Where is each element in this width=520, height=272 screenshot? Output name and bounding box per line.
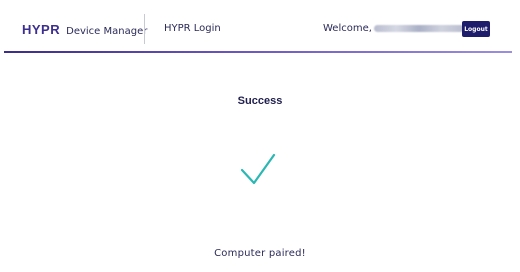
welcome-user: Welcome, bbox=[323, 23, 464, 34]
redacted-email bbox=[373, 25, 464, 32]
checkmark-icon bbox=[240, 153, 276, 185]
welcome-label: Welcome, bbox=[323, 23, 372, 34]
hypr-logo: HYPR bbox=[22, 22, 61, 37]
top-header: HYPR Device Manager HYPR Login Welcome, … bbox=[0, 0, 520, 58]
page: HYPR Device Manager HYPR Login Welcome, … bbox=[0, 0, 520, 272]
header-underline bbox=[4, 51, 512, 53]
hypr-login-link[interactable]: HYPR Login bbox=[164, 23, 221, 34]
app-name: Device Manager bbox=[66, 26, 148, 37]
logout-button[interactable]: Logout bbox=[462, 21, 490, 37]
page-title: Success bbox=[237, 95, 283, 107]
header-divider bbox=[144, 14, 145, 44]
brand[interactable]: HYPR Device Manager bbox=[22, 22, 147, 37]
status-message: Computer paired! bbox=[214, 248, 306, 259]
